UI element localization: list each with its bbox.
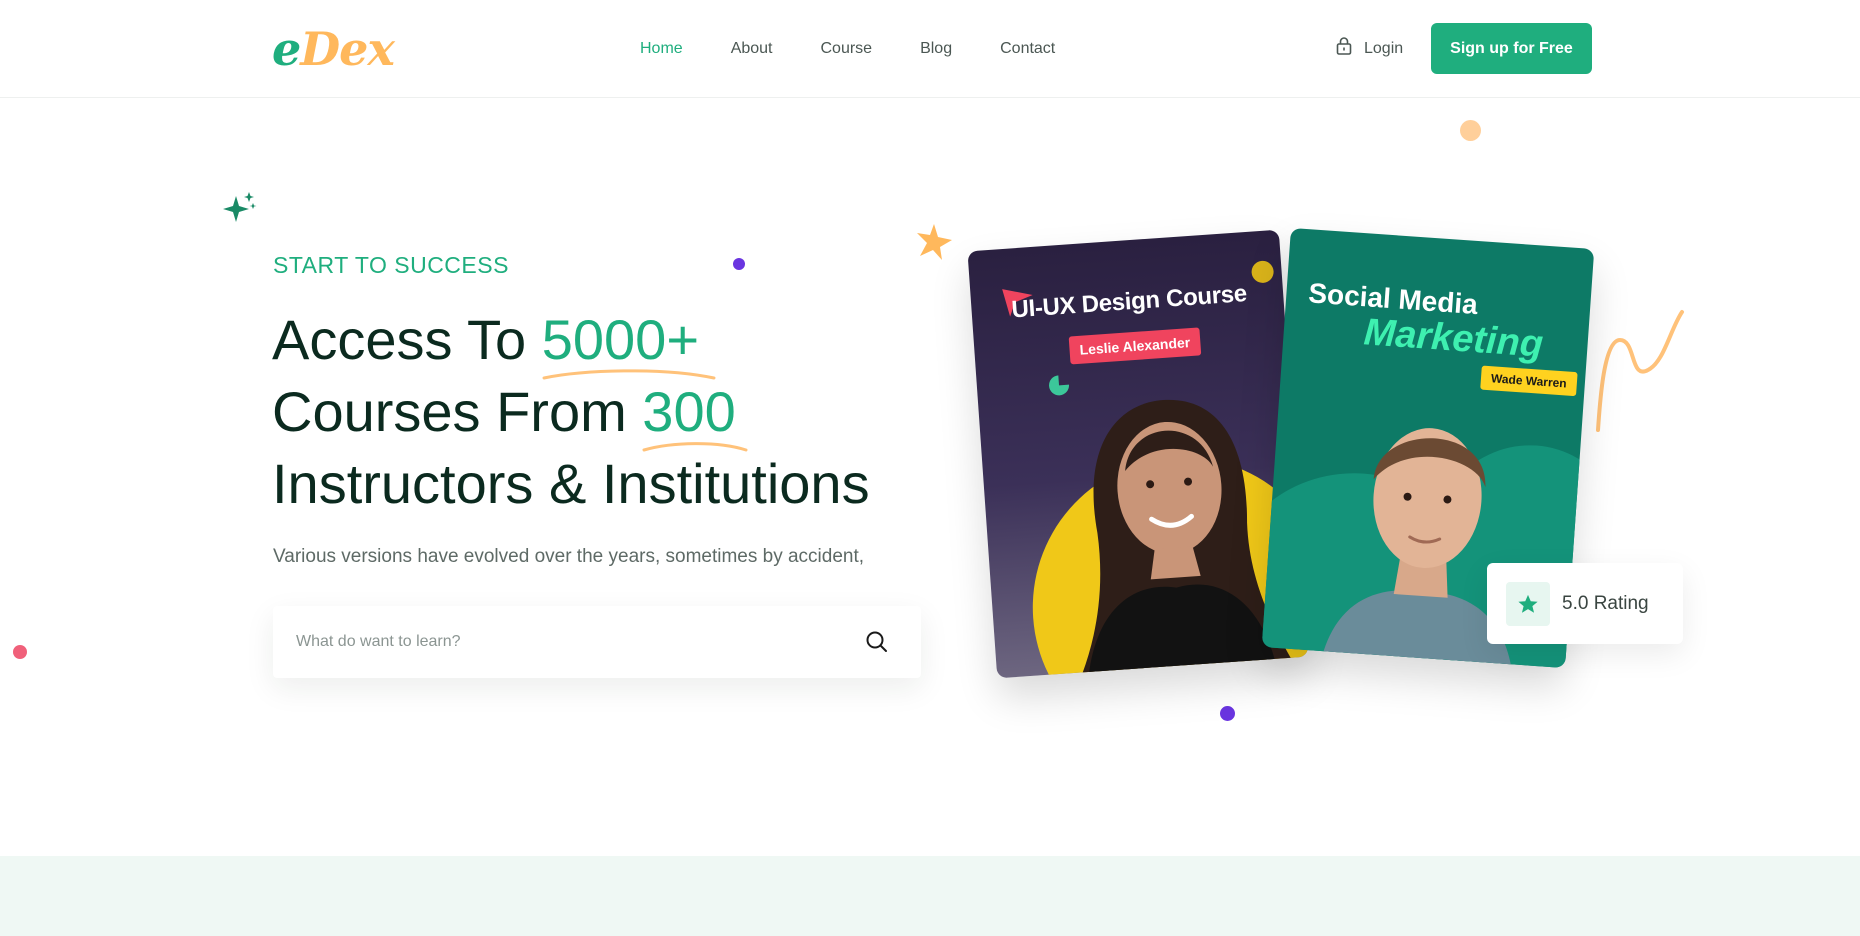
site-header: eDex Home About Course Blog Contact Logi… — [0, 0, 1860, 98]
instructor-tag-leslie: Leslie Alexander — [1068, 327, 1202, 365]
sparkle-icon — [223, 192, 257, 222]
nav-about[interactable]: About — [731, 40, 773, 58]
logo-text-dex: Dex — [300, 22, 395, 76]
headline-line-3: Instructors & Institutions — [272, 452, 870, 515]
login-label: Login — [1364, 39, 1404, 57]
next-section-band — [0, 856, 1860, 936]
instructor-photo-woman — [1077, 399, 1298, 679]
purple-dot — [733, 258, 745, 270]
star-icon — [917, 224, 952, 260]
highlight-300: 300 — [642, 380, 736, 443]
lock-icon — [1334, 36, 1354, 61]
nav-blog[interactable]: Blog — [920, 40, 952, 58]
signup-button[interactable]: Sign up for Free — [1431, 23, 1592, 74]
hero-subtext: Various versions have evolved over the y… — [273, 546, 865, 567]
search-input[interactable] — [273, 606, 847, 678]
headline-line1-prefix: Access To — [272, 308, 542, 371]
star-icon — [1518, 594, 1538, 613]
search-bar — [273, 606, 921, 678]
headline-highlight-instructors: 300 — [642, 376, 748, 452]
course-card-uiux[interactable]: UI-UX Design Course Leslie Alexander — [967, 229, 1309, 679]
headline-highlight-courses: 5000+ — [541, 304, 716, 380]
login-link[interactable]: Login — [1334, 36, 1403, 61]
card-uiux-title: UI-UX Design Course — [1010, 280, 1248, 324]
highlight-5000: 5000+ — [541, 308, 700, 371]
main-nav: Home About Course Blog Contact — [640, 40, 1055, 58]
search-button[interactable] — [847, 612, 907, 672]
purple-dot-bottom — [1220, 706, 1235, 721]
nav-course[interactable]: Course — [821, 40, 873, 58]
headline-line2-prefix: Courses From — [272, 380, 643, 443]
nav-contact[interactable]: Contact — [1000, 40, 1055, 58]
card-marketing-title-2: Marketing — [1362, 311, 1545, 366]
search-icon — [866, 631, 887, 652]
hero-headline: Access To 5000+ Courses From 300 Instruc… — [272, 304, 870, 520]
pink-dot — [13, 645, 27, 659]
nav-home[interactable]: Home — [640, 40, 683, 58]
hero-eyebrow: START TO SUCCESS — [273, 252, 509, 278]
underline-swoosh — [642, 442, 748, 452]
brand-logo[interactable]: eDex — [272, 22, 395, 76]
headline-line-2: Courses From 300 — [272, 376, 870, 452]
logo-letter-e: e — [272, 22, 301, 76]
rating-badge: 5.0 Rating — [1487, 563, 1683, 644]
rating-star-box — [1506, 581, 1550, 626]
headline-line-1: Access To 5000+ — [272, 304, 870, 380]
rating-label: 5.0 Rating — [1562, 592, 1649, 614]
orange-dot — [1460, 120, 1481, 141]
yellow-dot — [1250, 260, 1275, 284]
squiggle-icon — [1596, 310, 1684, 432]
